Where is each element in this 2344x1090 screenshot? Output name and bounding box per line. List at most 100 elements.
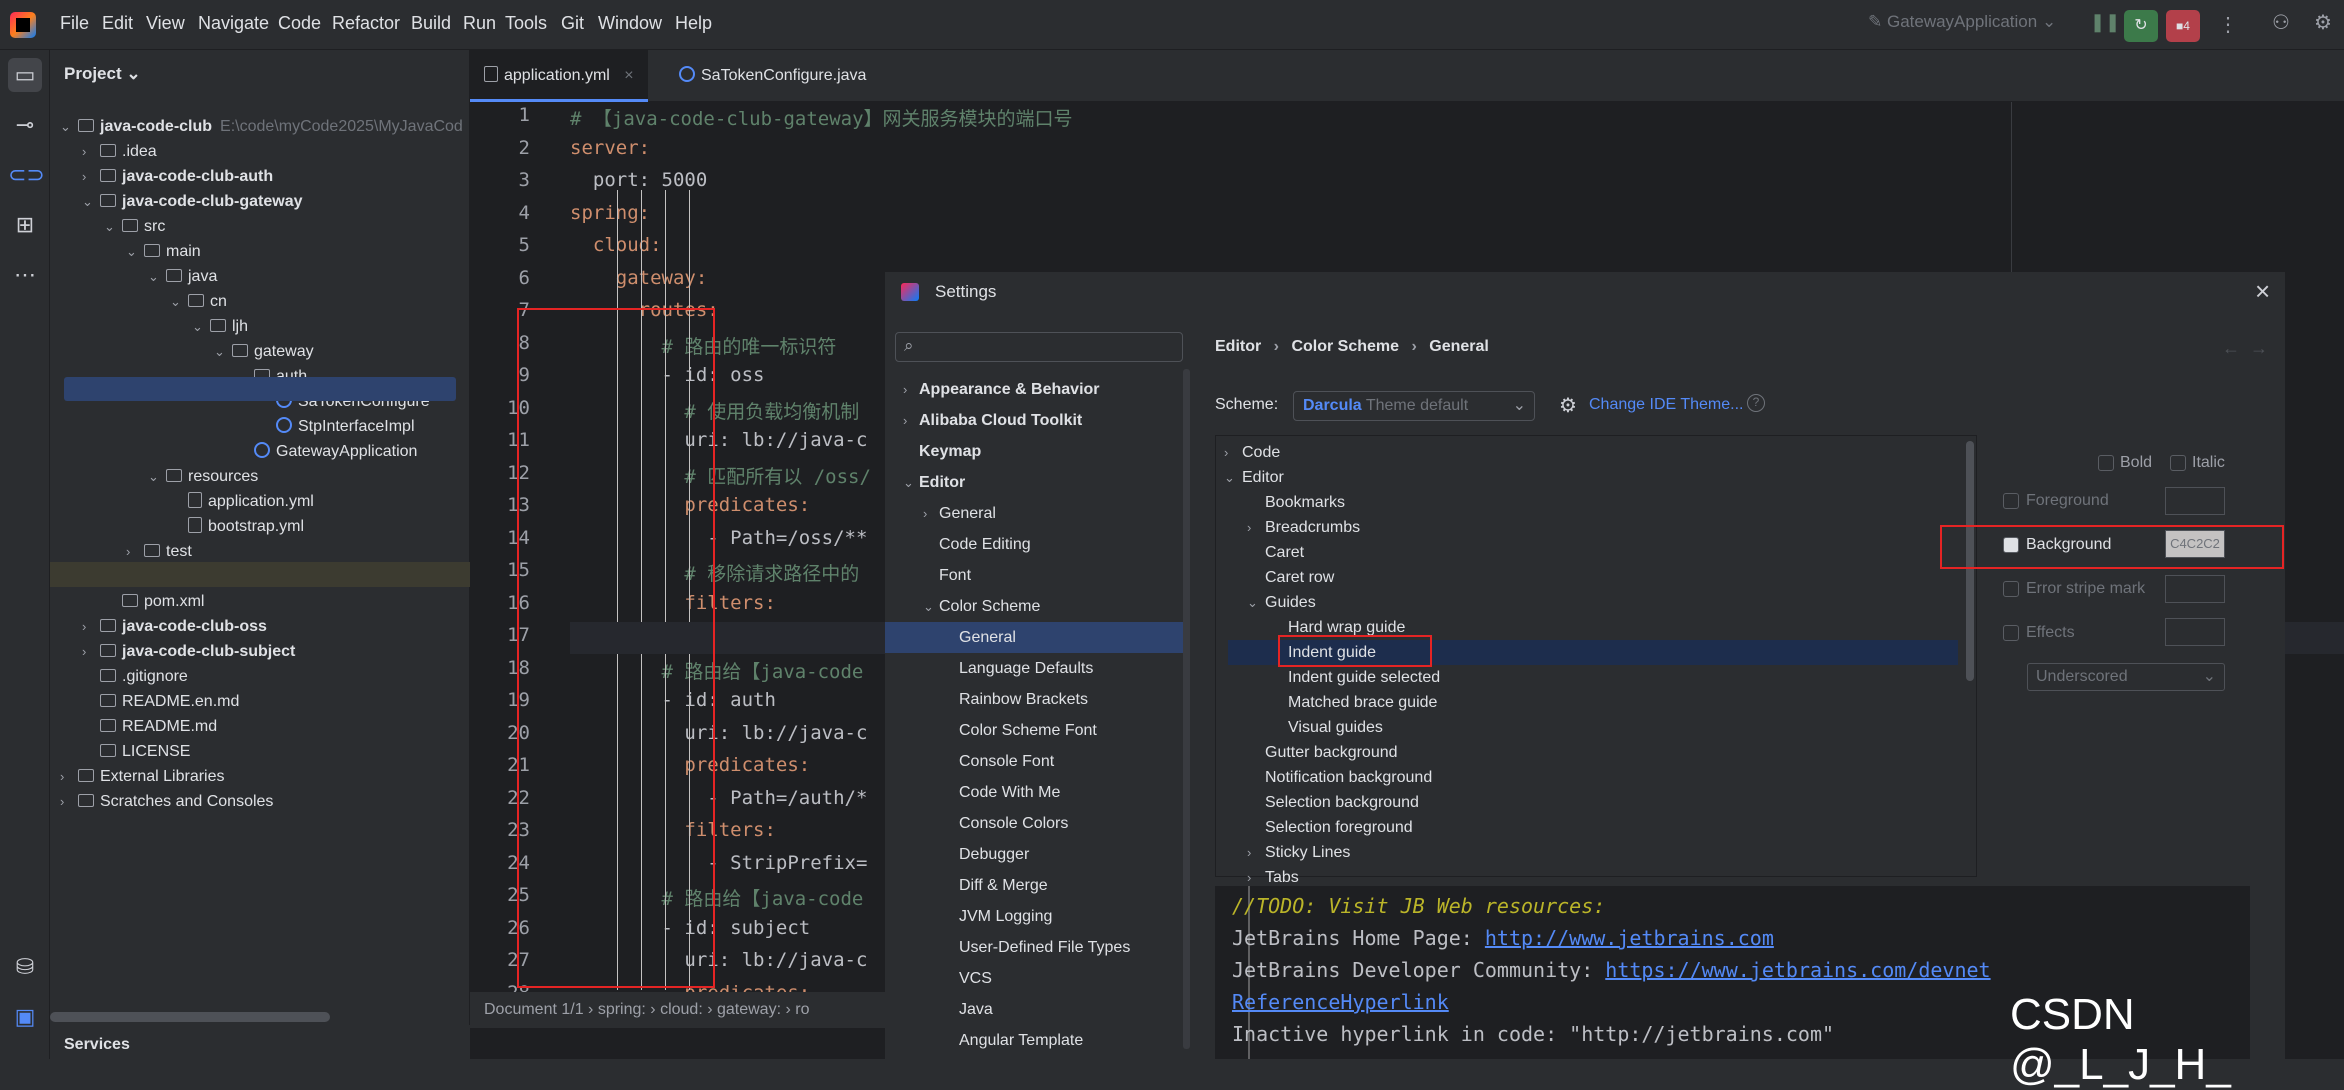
- code-line[interactable]: port: 5000: [570, 169, 707, 191]
- commit-icon[interactable]: ⊸: [8, 108, 42, 142]
- code-line[interactable]: # 【java-code-club-gateway】网关服务模块的端口号: [570, 104, 1073, 131]
- scheme-select[interactable]: Darcula Theme default ⌄: [1293, 391, 1535, 421]
- project-tree-item[interactable]: › java-code-club-auth: [82, 164, 273, 189]
- color-tree-item[interactable]: › Breadcrumbs: [1247, 515, 1360, 540]
- project-tree-item[interactable]: GatewayApplication: [236, 439, 417, 464]
- expand-arrow-icon[interactable]: ⌄: [170, 289, 188, 314]
- breadcrumb-editor[interactable]: Editor: [1215, 338, 1261, 355]
- expand-arrow-icon[interactable]: ⌄: [192, 314, 210, 339]
- intellij-logo-icon[interactable]: [10, 12, 36, 38]
- project-panel-title[interactable]: Project ⌄: [64, 64, 141, 84]
- expand-arrow-icon[interactable]: ›: [60, 764, 78, 789]
- settings-nav-item[interactable]: Language Defaults: [885, 653, 1183, 684]
- project-tree-item[interactable]: ⌄ src: [104, 214, 165, 239]
- project-tree-item[interactable]: README.md: [82, 714, 217, 739]
- color-tree-item[interactable]: Visual guides: [1270, 715, 1383, 740]
- code-line[interactable]: cloud:: [570, 234, 662, 256]
- project-tree-item[interactable]: › Scratches and Consoles: [60, 789, 273, 814]
- preview-link[interactable]: ReferenceHyperlink: [1232, 990, 1449, 1014]
- color-tree-item[interactable]: Selection background: [1247, 790, 1419, 815]
- code-line[interactable]: spring:: [570, 202, 650, 224]
- foreground-checkbox[interactable]: [2003, 493, 2019, 509]
- settings-nav-item[interactable]: Debugger: [885, 839, 1183, 870]
- settings-nav-item[interactable]: Font: [885, 560, 1183, 591]
- rerun-button[interactable]: ↻: [2124, 10, 2158, 42]
- expand-arrow-icon[interactable]: ⌄: [126, 239, 144, 264]
- settings-nav-item[interactable]: Angular Template: [885, 1025, 1183, 1056]
- color-tree-item[interactable]: Gutter background: [1247, 740, 1398, 765]
- tab-application-yml[interactable]: application.yml ×: [470, 50, 648, 102]
- project-tree-item[interactable]: .gitignore: [82, 664, 188, 689]
- project-tree-item[interactable]: LICENSE: [82, 739, 190, 764]
- color-tree-item[interactable]: Caret: [1247, 540, 1304, 565]
- more-tools-icon[interactable]: ⋯: [8, 258, 42, 292]
- expand-arrow-icon[interactable]: ⌄: [148, 464, 166, 489]
- settings-nav-item[interactable]: Color Scheme Font: [885, 715, 1183, 746]
- color-tree-item[interactable]: ⌄ Guides: [1247, 590, 1316, 615]
- project-tree-item[interactable]: README.en.md: [82, 689, 239, 714]
- menu-git[interactable]: Git: [561, 13, 584, 34]
- project-tree-item[interactable]: ⌄ resources: [148, 464, 258, 489]
- settings-nav-item[interactable]: General: [885, 622, 1183, 653]
- settings-nav-item[interactable]: › Alibaba Cloud Toolkit: [885, 405, 1183, 436]
- settings-nav-item[interactable]: VCS: [885, 963, 1183, 994]
- project-tree-item[interactable]: ⌄ ljh: [192, 314, 248, 339]
- back-arrow-icon[interactable]: ←: [2222, 338, 2240, 359]
- project-tree-item[interactable]: ⌄ gateway: [214, 339, 314, 364]
- settings-nav-item[interactable]: ⌄ Color Scheme: [885, 591, 1183, 622]
- effects-checkbox[interactable]: [2003, 625, 2019, 641]
- project-tree-item[interactable]: › .idea: [82, 139, 157, 164]
- effect-type-select[interactable]: Underscored ⌄: [2027, 663, 2225, 691]
- change-ide-theme-link[interactable]: Change IDE Theme...: [1589, 396, 1743, 414]
- breadcrumb-color-scheme[interactable]: Color Scheme: [1291, 338, 1399, 355]
- project-tree-item[interactable]: StpInterfaceImpl: [258, 414, 415, 439]
- expand-arrow-icon[interactable]: ›: [60, 789, 78, 814]
- color-tree-item[interactable]: Bookmarks: [1247, 490, 1345, 515]
- expand-arrow-icon[interactable]: ⌄: [60, 114, 78, 139]
- preview-link[interactable]: http://www.jetbrains.com: [1485, 926, 1774, 950]
- settings-gear-icon[interactable]: ⚙: [2314, 10, 2332, 35]
- color-tree-item[interactable]: Caret row: [1247, 565, 1334, 590]
- pause-icon[interactable]: ❚❚: [2090, 12, 2120, 33]
- close-dialog-icon[interactable]: ×: [2255, 276, 2270, 307]
- expand-arrow-icon[interactable]: ⌄: [148, 264, 166, 289]
- color-tree-item[interactable]: Indent guide selected: [1270, 665, 1440, 690]
- code-with-me-icon[interactable]: ⊂⊃: [8, 158, 45, 192]
- italic-checkbox[interactable]: [2170, 455, 2186, 471]
- settings-nav-item[interactable]: Java: [885, 994, 1183, 1025]
- project-tree-item[interactable]: ⌄ cn: [170, 289, 227, 314]
- menu-edit[interactable]: Edit: [102, 13, 133, 34]
- code-line[interactable]: server:: [570, 137, 650, 159]
- expand-arrow-icon[interactable]: ›: [82, 614, 100, 639]
- menu-tools[interactable]: Tools: [505, 13, 547, 34]
- editor-breadcrumb-bar[interactable]: Document 1/1 › spring: › cloud: › gatewa…: [470, 992, 890, 1028]
- settings-nav-item[interactable]: Code With Me: [885, 777, 1183, 808]
- project-tree-item[interactable]: pom.xml: [104, 589, 204, 614]
- settings-nav-item[interactable]: Rainbow Brackets: [885, 684, 1183, 715]
- run-config-selector[interactable]: ✎ GatewayApplication ⌄: [1868, 12, 2056, 32]
- menu-code[interactable]: Code: [278, 13, 321, 34]
- project-tree-item[interactable]: ⌄ java-code-club-gateway: [82, 189, 303, 214]
- expand-arrow-icon[interactable]: ›: [82, 139, 100, 164]
- sidebar-scrollbar[interactable]: [1183, 369, 1190, 1049]
- expand-arrow-icon[interactable]: ›: [126, 539, 144, 564]
- menu-run[interactable]: Run: [463, 13, 496, 34]
- color-tree-item[interactable]: › Code: [1224, 440, 1280, 465]
- project-tree-item[interactable]: bootstrap.yml: [170, 514, 304, 539]
- horizontal-scrollbar[interactable]: [50, 1012, 330, 1022]
- structure-icon[interactable]: ⊞: [8, 208, 42, 242]
- menu-window[interactable]: Window: [598, 13, 662, 34]
- settings-nav-item[interactable]: Code Editing: [885, 529, 1183, 560]
- tab-satokenconfigure-java[interactable]: SaTokenConfigure.java: [665, 50, 880, 102]
- menu-file[interactable]: File: [60, 13, 89, 34]
- settings-search-input[interactable]: ⌕: [895, 332, 1183, 362]
- settings-nav-item[interactable]: Console Colors: [885, 808, 1183, 839]
- settings-nav-item[interactable]: Diff & Merge: [885, 870, 1183, 901]
- stop-button[interactable]: ■4: [2166, 10, 2200, 42]
- settings-nav-item[interactable]: JVM Logging: [885, 901, 1183, 932]
- scheme-gear-icon[interactable]: ⚙: [1559, 393, 1577, 418]
- color-tree-item[interactable]: Notification background: [1247, 765, 1432, 790]
- project-tree-item[interactable]: › java-code-club-subject: [82, 639, 295, 664]
- project-folder-icon[interactable]: ▭: [8, 58, 42, 92]
- foreground-swatch[interactable]: [2165, 487, 2225, 515]
